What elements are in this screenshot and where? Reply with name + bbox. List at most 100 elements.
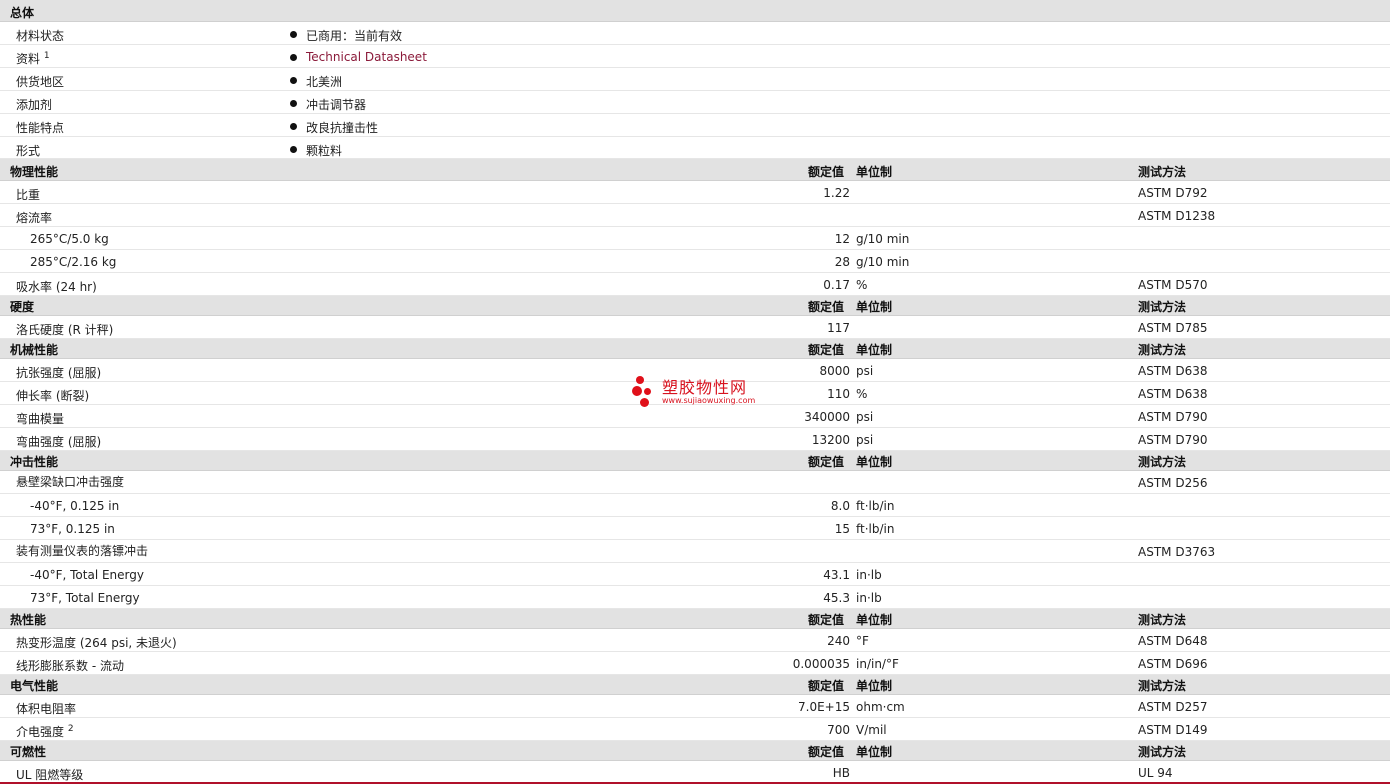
column-value-header: 额定值 [808, 745, 845, 759]
table-row: 比重 1.22 ASTM D792 [0, 181, 1390, 204]
property-value: 110 [827, 387, 850, 401]
table-row: 资料 1 Technical Datasheet [0, 45, 1390, 68]
property-unit: psi [856, 433, 874, 447]
property-name: 弯曲强度 (屈服) [16, 435, 102, 449]
property-name: 性能特点 [16, 121, 65, 135]
table-row: 弯曲强度 (屈服) 13200 psi ASTM D790 [0, 428, 1390, 451]
test-method: ASTM D257 [1138, 700, 1208, 714]
table-row: 悬壁梁缺口冲击强度 ASTM D256 [0, 471, 1390, 494]
property-value: 340000 [804, 410, 850, 424]
property-value: 15 [834, 522, 850, 536]
property-unit: psi [856, 364, 874, 378]
section-title: 可燃性 [10, 745, 47, 759]
property-name: 弯曲模量 [16, 412, 65, 426]
column-value-header: 额定值 [808, 613, 845, 627]
table-row: -40°F, 0.125 in 8.0 ft·lb/in [0, 494, 1390, 517]
property-name: 资料 1 [16, 51, 50, 67]
test-method: ASTM D792 [1138, 186, 1208, 200]
table-row: -40°F, Total Energy 43.1 in·lb [0, 563, 1390, 586]
property-value: 0.17 [823, 278, 850, 292]
property-value: 1.22 [823, 186, 850, 200]
property-name: 形式 [16, 144, 41, 158]
test-method: ASTM D256 [1138, 476, 1208, 490]
property-value: 0.000035 [792, 657, 850, 671]
watermark-logo-icon [632, 376, 660, 407]
property-value: 240 [827, 634, 850, 648]
property-value: 8000 [819, 364, 850, 378]
section-title: 总体 [10, 6, 35, 20]
footnote-ref: 1 [43, 51, 50, 61]
test-method: ASTM D790 [1138, 410, 1208, 424]
column-test-header: 测试方法 [1138, 745, 1187, 759]
property-unit: in/in/°F [856, 657, 899, 671]
column-test-header: 测试方法 [1138, 165, 1187, 179]
section-title: 热性能 [10, 613, 47, 627]
property-unit: % [856, 387, 868, 401]
section-header-thermal: 热性能 额定值 单位制 测试方法 [0, 609, 1390, 629]
section-header-flammability: 可燃性 额定值 单位制 测试方法 [0, 741, 1390, 761]
table-row: 吸水率 (24 hr) 0.17 % ASTM D570 [0, 273, 1390, 296]
column-unit-header: 单位制 [856, 679, 893, 693]
property-unit: psi [856, 410, 874, 424]
property-value: 43.1 [823, 568, 850, 582]
test-method: ASTM D638 [1138, 364, 1208, 378]
column-test-header: 测试方法 [1138, 343, 1187, 357]
table-row: 线形膨胀系数 - 流动 0.000035 in/in/°F ASTM D696 [0, 652, 1390, 675]
section-header-impact: 冲击性能 额定值 单位制 测试方法 [0, 451, 1390, 471]
section-header-hardness: 硬度 额定值 单位制 测试方法 [0, 296, 1390, 316]
property-name: 添加剂 [16, 98, 53, 112]
property-condition: 285°C/2.16 kg [30, 255, 117, 269]
column-value-header: 额定值 [808, 679, 845, 693]
test-method: ASTM D3763 [1138, 545, 1216, 559]
section-header-physical: 物理性能 额定值 单位制 测试方法 [0, 159, 1390, 181]
property-condition: 73°F, Total Energy [30, 591, 140, 605]
table-row: 供货地区 北美洲 [0, 68, 1390, 91]
column-unit-header: 单位制 [856, 745, 893, 759]
section-title: 冲击性能 [10, 455, 59, 469]
property-name: 线形膨胀系数 - 流动 [16, 659, 124, 673]
property-unit: in·lb [856, 591, 882, 605]
column-unit-header: 单位制 [856, 165, 893, 179]
test-method: ASTM D149 [1138, 723, 1208, 737]
table-row: 73°F, 0.125 in 15 ft·lb/in [0, 517, 1390, 540]
section-header-mechanical: 机械性能 额定值 单位制 测试方法 [0, 339, 1390, 359]
table-row: 熔流率 ASTM D1238 [0, 204, 1390, 227]
table-row: 洛氏硬度 (R 计秤) 117 ASTM D785 [0, 316, 1390, 339]
watermark-url: www.sujiaowuxing.com [662, 396, 756, 405]
table-row: 73°F, Total Energy 45.3 in·lb [0, 586, 1390, 609]
property-name: 供货地区 [16, 75, 65, 89]
bullet-value: Technical Datasheet [290, 50, 427, 64]
property-unit: °F [856, 634, 869, 648]
technical-datasheet-link[interactable]: Technical Datasheet [306, 50, 427, 64]
property-name: 介电强度 2 [16, 724, 74, 740]
property-name: 吸水率 (24 hr) [16, 280, 97, 294]
section-title: 硬度 [10, 300, 35, 314]
table-row: 介电强度 2 700 V/mil ASTM D149 [0, 718, 1390, 741]
property-condition: 73°F, 0.125 in [30, 522, 115, 536]
section-title: 机械性能 [10, 343, 59, 357]
property-name: 伸长率 (断裂) [16, 389, 90, 403]
section-title: 电气性能 [10, 679, 59, 693]
property-name: 热变形温度 (264 psi, 未退火) [16, 636, 177, 650]
table-row: 265°C/5.0 kg 12 g/10 min [0, 227, 1390, 250]
column-test-header: 测试方法 [1138, 300, 1187, 314]
table-row: 热变形温度 (264 psi, 未退火) 240 °F ASTM D648 [0, 629, 1390, 652]
property-condition: -40°F, Total Energy [30, 568, 144, 582]
table-row: 形式 颗粒料 [0, 137, 1390, 159]
footnote-ref: 2 [67, 724, 74, 734]
property-name: 抗张强度 (屈服) [16, 366, 102, 380]
site-watermark: 塑胶物性网 www.sujiaowuxing.com [632, 374, 762, 410]
test-method: ASTM D1238 [1138, 209, 1216, 223]
test-method: ASTM D696 [1138, 657, 1208, 671]
property-value: HB [832, 766, 850, 780]
property-name: 体积电阻率 [16, 702, 77, 716]
column-test-header: 测试方法 [1138, 613, 1187, 627]
table-row: 性能特点 改良抗撞击性 [0, 114, 1390, 137]
property-unit: % [856, 278, 868, 292]
property-name: UL 阻燃等级 [16, 768, 84, 782]
bullet-value: 已商用：当前有效 [290, 27, 402, 44]
column-unit-header: 单位制 [856, 343, 893, 357]
column-unit-header: 单位制 [856, 300, 893, 314]
property-value: 8.0 [830, 499, 850, 513]
test-method: ASTM D638 [1138, 387, 1208, 401]
